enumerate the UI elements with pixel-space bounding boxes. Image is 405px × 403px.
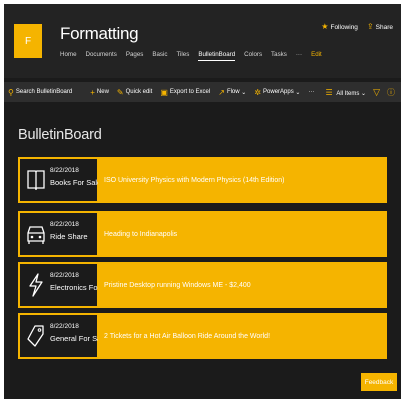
search-icon: ⚲ (8, 87, 14, 97)
view-label: All Items (336, 90, 360, 97)
tag-icon (27, 325, 44, 347)
nav-pages[interactable]: Pages (126, 51, 144, 61)
nav-colors[interactable]: Colors (244, 51, 262, 61)
card-meta: 8/22/2018 Ride Share (20, 213, 99, 255)
card-meta: 8/22/2018 General For Sale (20, 315, 99, 357)
bulletin-card[interactable]: 8/22/2018 Ride Share Heading to Indianap… (18, 211, 387, 257)
card-body[interactable]: ISO University Physics with Modern Physi… (99, 159, 385, 201)
page-frame: F Formatting Home Documents Pages Basic … (4, 4, 401, 399)
plus-icon: + (90, 87, 95, 97)
view-selector[interactable]: ☰ All Items ⌄ (326, 88, 367, 97)
card-title[interactable]: Pristine Desktop running Windows ME - $2… (104, 282, 251, 289)
powerapps-label: PowerApps (263, 89, 294, 95)
lightning-icon (29, 273, 43, 297)
site-header: F Formatting Home Documents Pages Basic … (4, 4, 401, 78)
pencil-icon: ✎ (116, 87, 124, 97)
nav-documents[interactable]: Documents (86, 51, 117, 61)
card-body[interactable]: 2 Tickets for a Hot Air Balloon Ride Aro… (99, 315, 385, 357)
export-label: Export to Excel (169, 89, 211, 95)
car-icon (27, 226, 45, 244)
filter-button[interactable]: ▽ (373, 87, 380, 98)
new-label: New (96, 89, 109, 95)
nav-more[interactable]: ··· (296, 51, 302, 61)
header-actions: ★ Following ⇪ Share (321, 22, 393, 31)
card-date: 8/22/2018 (50, 221, 79, 228)
card-category: General For Sale (50, 334, 98, 343)
powerapps-button[interactable]: ✲ PowerApps ⌄ (254, 88, 300, 97)
card-body[interactable]: Pristine Desktop running Windows ME - $2… (99, 264, 385, 306)
command-bar: ⚲ Search BulletinBoard + New ✎ Quick edit … (4, 82, 401, 102)
following-label: Following (330, 24, 358, 31)
share-button[interactable]: ⇪ Share (367, 22, 393, 31)
card-category: Ride Share (50, 232, 88, 241)
nav-bulletinboard[interactable]: BulletinBoard (198, 51, 236, 61)
powerapps-icon: ✲ (254, 87, 262, 97)
quick-edit-button[interactable]: ✎ Quick edit (117, 88, 152, 97)
share-icon: ⇪ (366, 22, 374, 31)
export-excel-button[interactable]: ▣ Export to Excel (160, 88, 210, 97)
card-title[interactable]: Heading to Indianapolis (104, 231, 177, 238)
card-title[interactable]: ISO University Physics with Modern Physi… (104, 177, 285, 184)
nav-basic[interactable]: Basic (152, 51, 167, 61)
following-button[interactable]: ★ Following (321, 22, 358, 31)
site-title[interactable]: Formatting (60, 24, 139, 44)
more-commands-button[interactable]: ··· (308, 89, 314, 95)
card-body[interactable]: Heading to Indianapolis (99, 213, 385, 255)
site-logo[interactable]: F (14, 24, 42, 58)
bulletin-card[interactable]: 8/22/2018 General For Sale 2 Tickets for… (18, 313, 387, 359)
chevron-down-icon: ⌄ (241, 89, 247, 96)
flow-button[interactable]: ↗ Flow ⌄ (218, 88, 246, 97)
nav-edit-link[interactable]: Edit (311, 51, 322, 61)
star-icon: ★ (321, 22, 329, 31)
page-title: BulletinBoard (18, 127, 102, 143)
excel-icon: ▣ (160, 87, 168, 97)
card-meta: 8/22/2018 Electronics For S (20, 264, 99, 306)
card-category: Books For Sale (50, 178, 98, 187)
nav-tiles[interactable]: Tiles (177, 51, 190, 61)
chevron-down-icon: ⌄ (361, 90, 367, 97)
bulletin-card[interactable]: 8/22/2018 Books For Sale ISO University … (18, 157, 387, 203)
bulletin-card[interactable]: 8/22/2018 Electronics For S Pristine Des… (18, 262, 387, 308)
card-date: 8/22/2018 (50, 323, 79, 330)
card-meta: 8/22/2018 Books For Sale (20, 159, 99, 201)
chevron-down-icon: ⌄ (295, 89, 301, 96)
list-icon: ☰ (325, 87, 333, 97)
info-button[interactable]: ⓘ (387, 87, 395, 98)
share-label: Share (375, 24, 393, 31)
feedback-button[interactable]: Feedback (361, 373, 397, 391)
flow-icon: ↗ (218, 87, 225, 97)
view-controls: ☰ All Items ⌄ ▽ ⓘ (326, 82, 395, 102)
flow-label: Flow (226, 89, 240, 95)
card-category: Electronics For S (50, 283, 98, 292)
search-box[interactable]: ⚲ Search BulletinBoard (8, 88, 72, 97)
card-title[interactable]: 2 Tickets for a Hot Air Balloon Ride Aro… (104, 333, 270, 340)
site-navigation: Home Documents Pages Basic Tiles Bulleti… (60, 51, 331, 61)
card-date: 8/22/2018 (50, 167, 79, 174)
search-placeholder: Search BulletinBoard (15, 89, 73, 95)
nav-home[interactable]: Home (60, 51, 77, 61)
nav-tasks[interactable]: Tasks (271, 51, 287, 61)
new-button[interactable]: + New (90, 88, 109, 97)
site-logo-letter: F (24, 35, 32, 47)
quick-edit-label: Quick edit (125, 89, 153, 95)
card-date: 8/22/2018 (50, 272, 79, 279)
book-icon (27, 170, 45, 191)
